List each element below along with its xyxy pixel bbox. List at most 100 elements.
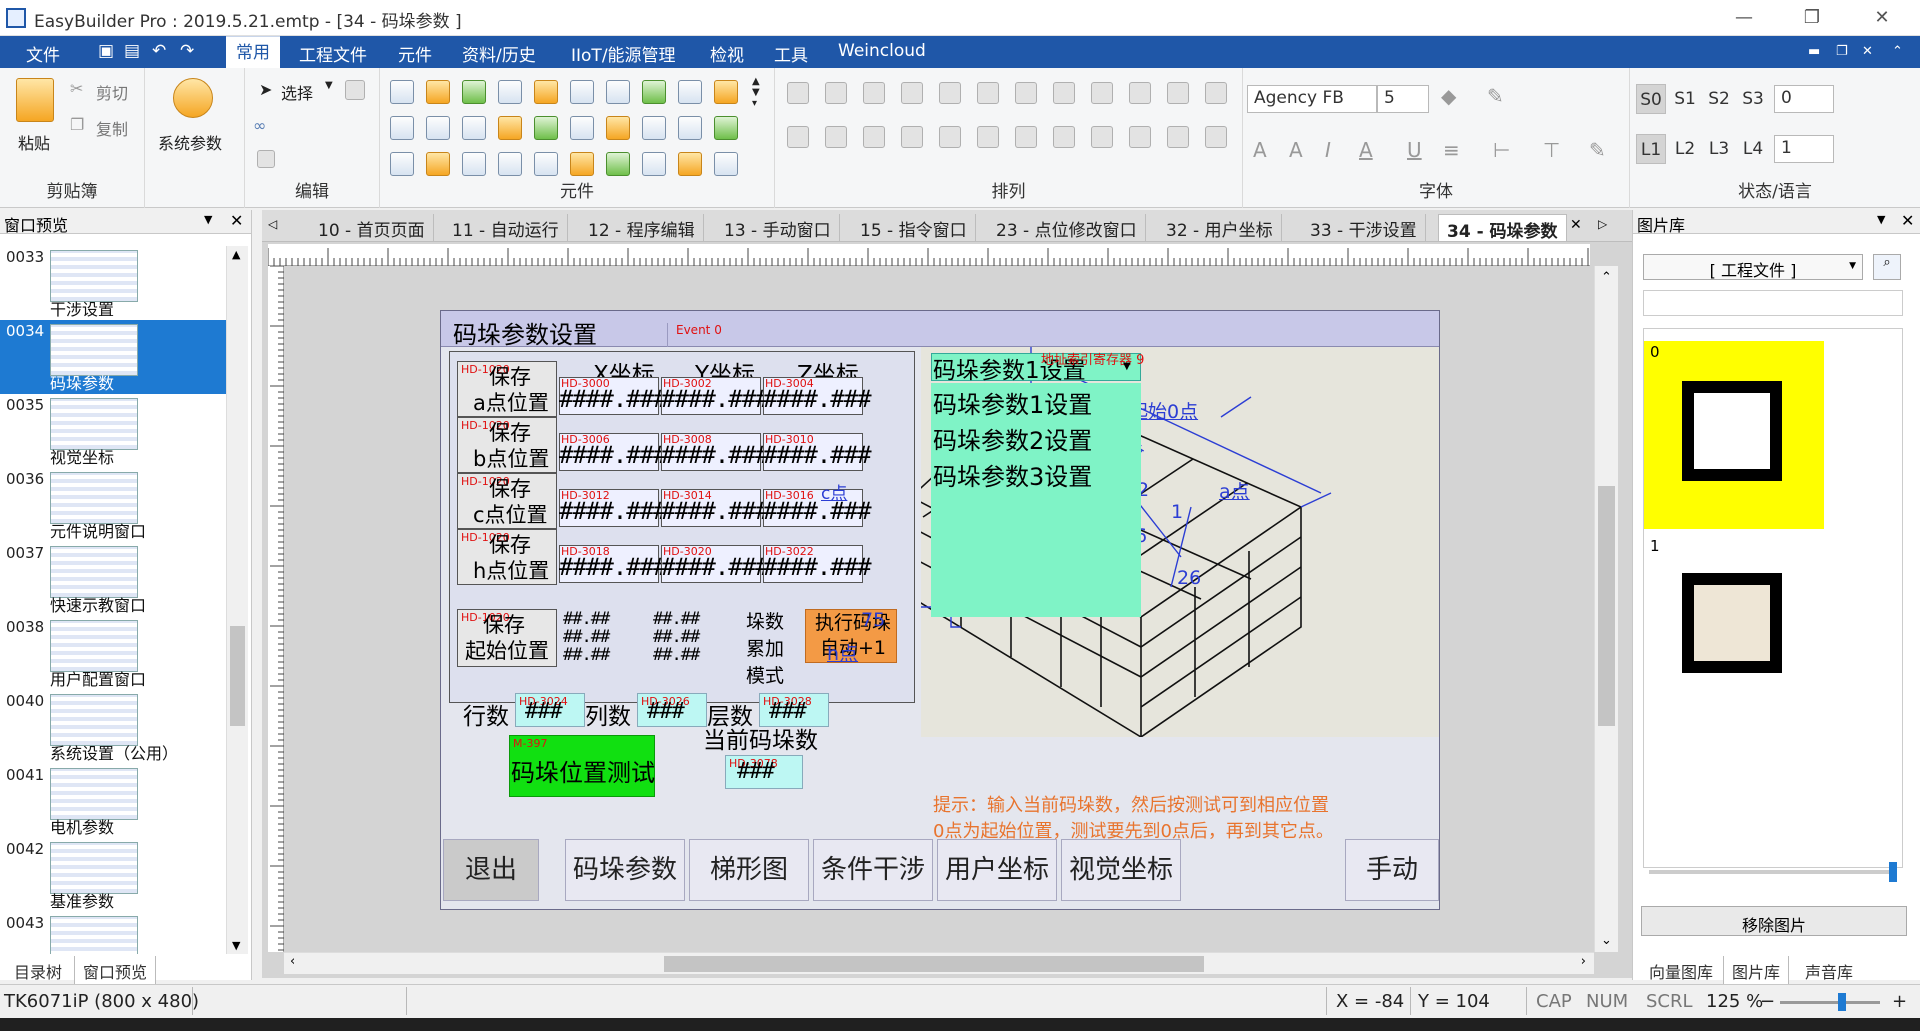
tab-window-preview[interactable]: 窗口预览 (74, 956, 157, 987)
right-pane-menu-icon[interactable]: ▼ (1877, 213, 1885, 226)
doc-tab[interactable]: 34 - 码垛参数 (1438, 214, 1567, 242)
arrange-tool-icon[interactable] (1167, 126, 1189, 148)
element-tool-icon[interactable] (570, 116, 594, 140)
state-s1[interactable]: S1 (1670, 84, 1700, 114)
library-item-1[interactable]: 1 (1644, 537, 1824, 697)
library-size-slider[interactable] (1649, 870, 1897, 874)
doc-tab[interactable]: 33 - 干涉设置 (1302, 214, 1426, 241)
element-tool-icon[interactable] (498, 152, 522, 176)
font-grow-icon[interactable]: A (1253, 138, 1267, 162)
arrange-tool-icon[interactable] (787, 82, 809, 104)
arrange-tool-icon[interactable] (901, 82, 923, 104)
copy-button[interactable]: 复制 (96, 116, 128, 140)
font-color-icon[interactable]: ◆ (1441, 84, 1456, 108)
window-thumb[interactable]: 0043 (0, 912, 226, 954)
restore-doc-icon[interactable]: ❐ (1836, 44, 1848, 59)
tab-picture-library[interactable]: 图片库 (1723, 956, 1790, 987)
minimize-icon[interactable]: — (1722, 4, 1766, 32)
close-doc-icon[interactable]: ✕ (1862, 44, 1873, 59)
canvas-scroll-right-icon[interactable]: › (1581, 954, 1586, 969)
canvas-scroll-up-icon[interactable]: ⌃ (1601, 270, 1612, 285)
menu-element[interactable]: 元件 (398, 41, 432, 66)
arrange-tool-icon[interactable] (939, 126, 961, 148)
element-tool-icon[interactable] (534, 152, 558, 176)
window-thumb[interactable]: 0042 基准参数 (0, 838, 226, 912)
restore-icon[interactable]: ❐ (1790, 4, 1834, 32)
redo-icon[interactable]: ↷ (180, 41, 194, 61)
element-tool-icon[interactable] (534, 80, 558, 104)
doc-tab[interactable]: 12 - 程序编辑 (580, 214, 704, 241)
arrange-tool-icon[interactable] (1091, 126, 1113, 148)
nav-button[interactable]: 退出 (443, 839, 539, 901)
element-tool-icon[interactable] (606, 116, 630, 140)
duplicate-icon[interactable] (257, 150, 275, 168)
menu-common[interactable]: 常用 (226, 36, 280, 68)
cut-button[interactable]: 剪切 (96, 80, 128, 104)
group-icon[interactable] (345, 80, 365, 100)
menu-project[interactable]: 工程文件 (299, 41, 367, 66)
doc-tab[interactable]: 13 - 手动窗口 (716, 214, 840, 241)
joint-value[interactable]: ##.## (563, 645, 610, 665)
nav-button[interactable]: 视觉坐标 (1061, 839, 1181, 901)
arrange-tool-icon[interactable] (939, 82, 961, 104)
element-tool-icon[interactable] (714, 80, 738, 104)
arrange-tool-icon[interactable] (1205, 82, 1227, 104)
window-thumb[interactable]: 0038 用户配置窗口 (0, 616, 226, 690)
paste-button[interactable]: 粘贴 (18, 130, 50, 154)
lang-l4[interactable]: L4 (1738, 134, 1768, 164)
arrange-tool-icon[interactable] (863, 82, 885, 104)
save-icon[interactable]: ▣ (98, 41, 114, 61)
select-dropdown-icon[interactable]: ▼ (325, 80, 333, 91)
select-icon[interactable]: ➤ (259, 80, 272, 99)
menu-data-history[interactable]: 资料/历史 (462, 41, 536, 66)
arrange-tool-icon[interactable] (1091, 82, 1113, 104)
italic-icon[interactable]: I (1325, 138, 1331, 162)
window-thumb[interactable]: 0040 系统设置（公用） (0, 690, 226, 764)
arrange-tool-icon[interactable] (825, 126, 847, 148)
ribbon-toggle-icon[interactable]: ⌃ (1892, 44, 1903, 59)
canvas-scroll-down-icon[interactable]: ⌄ (1601, 933, 1612, 948)
font-shrink-icon[interactable]: A (1289, 138, 1303, 162)
canvas-vscroll-thumb[interactable] (1598, 486, 1615, 726)
zoom-slider[interactable] (1780, 1001, 1880, 1004)
zoom-in-icon[interactable]: + (1892, 991, 1907, 1012)
tab-directory-tree[interactable]: 目录树 (6, 956, 70, 986)
nav-button[interactable]: 条件干涉 (813, 839, 933, 901)
state-s0[interactable]: S0 (1636, 84, 1666, 114)
window-thumb[interactable]: 0041 电机参数 (0, 764, 226, 838)
hmi-window[interactable]: 码垛参数设置 Event 0 X坐标 Y坐标 Z坐标 HD-1020 保存 a点位置… (440, 310, 1440, 910)
nav-button[interactable]: 用户坐标 (937, 839, 1057, 901)
element-tool-icon[interactable] (642, 116, 666, 140)
element-tool-icon[interactable] (498, 80, 522, 104)
font-family-select[interactable]: Agency FB (1247, 85, 1377, 113)
param-set-option[interactable]: 码垛参数2设置 (933, 421, 1092, 456)
tabs-left-icon[interactable]: ◁ (268, 217, 277, 231)
dropdown-arrow-icon[interactable]: ▼ (1123, 361, 1131, 372)
library-filter-field[interactable] (1643, 290, 1903, 316)
element-tool-icon[interactable] (714, 152, 738, 176)
state-spin[interactable]: 0 (1774, 85, 1834, 113)
lang-l3[interactable]: L3 (1704, 134, 1734, 164)
element-tool-icon[interactable] (462, 80, 486, 104)
joint-value[interactable]: ##.## (563, 627, 610, 647)
arrange-tool-icon[interactable] (1129, 82, 1151, 104)
lang-spin[interactable]: 1 (1774, 135, 1834, 163)
arrange-tool-icon[interactable] (901, 126, 923, 148)
element-tool-icon[interactable] (570, 152, 594, 176)
arrange-tool-icon[interactable] (787, 126, 809, 148)
remove-picture-button[interactable]: 移除图片 (1641, 906, 1907, 936)
window-thumb[interactable]: 0037 快速示教窗口 (0, 542, 226, 616)
element-tool-icon[interactable] (390, 80, 414, 104)
element-tool-icon[interactable] (570, 80, 594, 104)
arrange-tool-icon[interactable] (1167, 82, 1189, 104)
lang-l1[interactable]: L1 (1636, 134, 1666, 164)
scroll-down-icon[interactable]: ▼ (232, 939, 240, 952)
clear-format-icon[interactable]: ✎ (1589, 138, 1606, 162)
zoom-slider-thumb[interactable] (1838, 993, 1846, 1011)
element-tool-icon[interactable] (678, 152, 702, 176)
element-tool-icon[interactable] (498, 116, 522, 140)
joint-value[interactable]: ##.## (563, 609, 610, 629)
collapse-icon[interactable]: ▬ (1808, 44, 1820, 59)
tab-close-icon[interactable]: ✕ (1570, 217, 1582, 233)
element-tool-icon[interactable] (642, 152, 666, 176)
